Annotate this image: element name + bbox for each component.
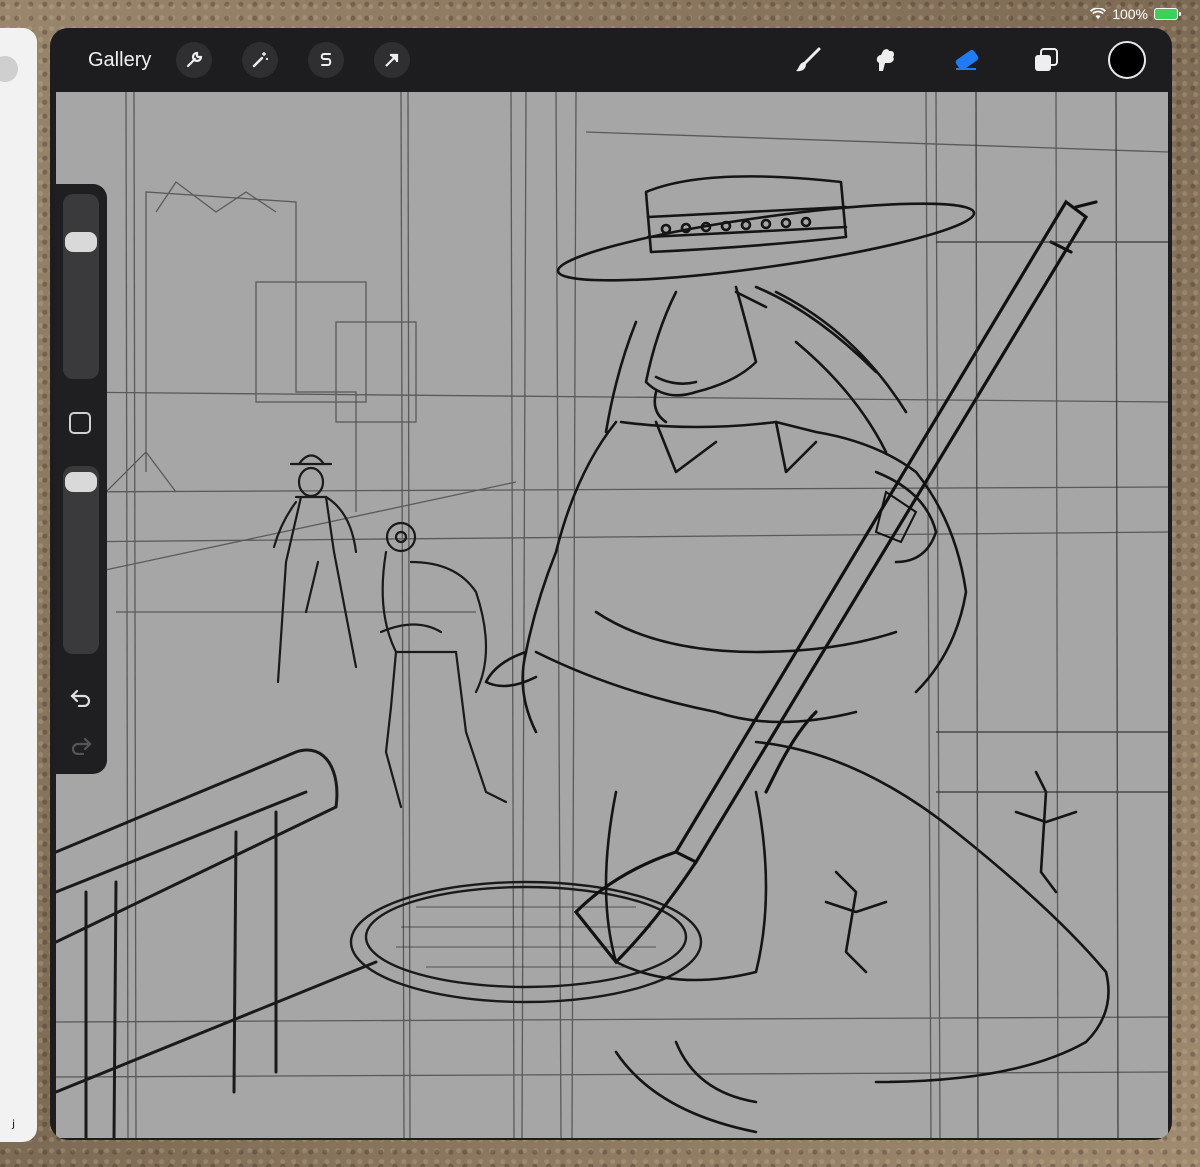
layers-icon[interactable]: [1028, 42, 1064, 78]
opacity-slider[interactable]: [63, 466, 99, 654]
panel-handle[interactable]: [0, 56, 18, 82]
battery-percent: 100%: [1112, 6, 1148, 22]
undo-arrow-icon[interactable]: [67, 684, 95, 710]
wifi-icon: [1090, 8, 1107, 19]
redo-arrow-icon[interactable]: [67, 732, 95, 758]
gallery-button[interactable]: Gallery: [88, 49, 151, 72]
transform-arrow-icon[interactable]: [374, 42, 410, 78]
procreate-window: Gallery: [50, 28, 1172, 1140]
opacity-thumb[interactable]: [65, 472, 97, 492]
brush-size-thumb[interactable]: [65, 232, 97, 252]
status-bar: 100%: [1090, 4, 1181, 24]
adjustments-wand-icon[interactable]: [242, 42, 278, 78]
drawing-canvas[interactable]: [56, 92, 1168, 1138]
square-modify-icon[interactable]: [69, 412, 91, 434]
selection-s-icon[interactable]: [308, 42, 344, 78]
color-picker-swatch[interactable]: [1108, 41, 1146, 79]
brush-size-slider[interactable]: [63, 194, 99, 379]
battery-charging-icon: [1154, 8, 1181, 20]
brush-icon[interactable]: [790, 42, 826, 78]
hook-icon: ⱼ: [12, 1111, 16, 1131]
eraser-icon[interactable]: [948, 42, 984, 78]
smudge-icon[interactable]: [868, 42, 904, 78]
top-toolbar: Gallery: [50, 28, 1172, 92]
left-sidebar: [55, 184, 107, 774]
actions-wrench-icon[interactable]: [176, 42, 212, 78]
sketch-artwork: [56, 92, 1168, 1138]
side-app-panel[interactable]: ⱼ: [0, 28, 37, 1142]
